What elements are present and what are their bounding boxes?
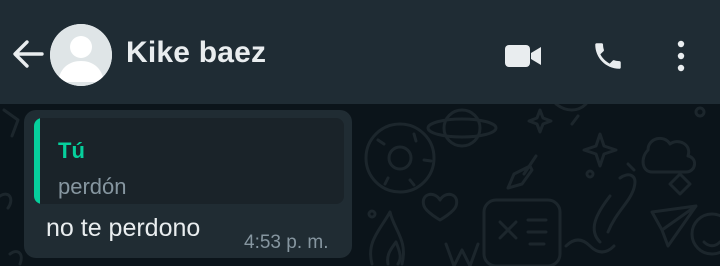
back-button[interactable] [10, 38, 46, 70]
chat-header: Kike baez [0, 0, 720, 104]
video-camera-icon [505, 45, 541, 67]
quoted-author: Tú [58, 138, 85, 163]
default-avatar-icon [50, 24, 112, 86]
arrow-left-icon [13, 40, 44, 68]
more-options-button[interactable] [666, 36, 696, 76]
chat-screen: Kike baez Tú perdón no te perdono 4:53 p… [0, 0, 720, 266]
message-time: 4:53 p. m. [244, 232, 329, 253]
message-bubble[interactable]: Tú perdón no te perdono 4:53 p. m. [24, 110, 352, 258]
chat-area[interactable]: Tú perdón no te perdono 4:53 p. m. [0, 104, 720, 266]
quoted-message[interactable]: Tú perdón [34, 118, 344, 204]
more-vertical-icon [677, 40, 685, 72]
phone-icon [595, 43, 621, 69]
avatar[interactable] [50, 24, 112, 86]
voice-call-button[interactable] [588, 36, 628, 76]
quote-accent-bar [34, 118, 40, 204]
video-call-button[interactable] [502, 36, 544, 76]
quoted-text: perdón [58, 174, 127, 199]
message-text: no te perdono [46, 214, 201, 242]
contact-name[interactable]: Kike baez [126, 34, 266, 72]
